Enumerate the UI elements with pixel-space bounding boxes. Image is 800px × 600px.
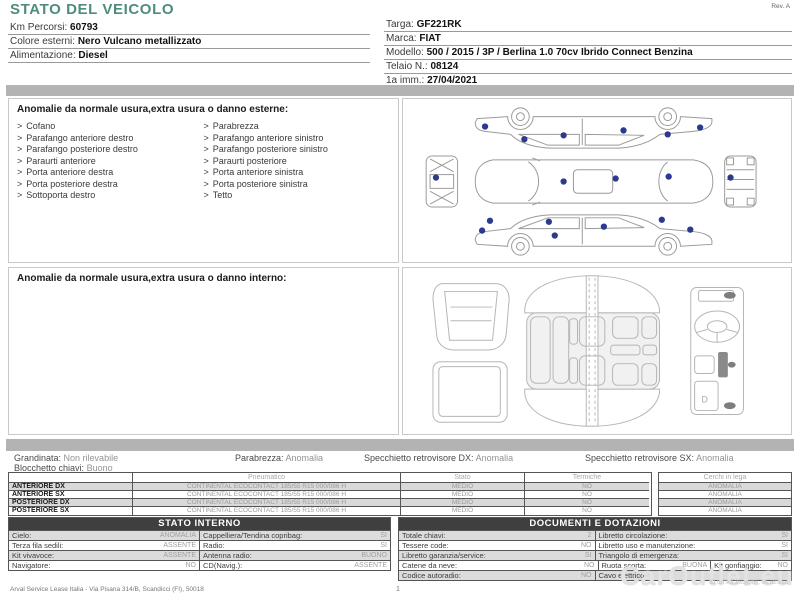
cerchi-value: ANOMALIA (659, 483, 791, 491)
anomaly-item: > Parafango posteriore sinistro (203, 144, 328, 154)
car-front-view (425, 155, 459, 208)
tire-row-position: ANTERIORE DX (9, 483, 133, 491)
anomaly-item: > Parafango posteriore destro (17, 144, 138, 154)
footer-company-address: Arval Service Lease Italia - Via Pisana … (10, 586, 204, 593)
section-divider-bar (6, 85, 794, 96)
status-specchietto-sx: Specchietto retrovisore SX: Anomalia (585, 453, 734, 463)
anomaly-item: > Parafango anteriore sinistro (203, 132, 324, 143)
interior-car-views: D (432, 275, 744, 427)
anomaly-item: > Sottoporta destro (17, 190, 96, 200)
table-row: Navigatore: NO CD(Navig.): ASSENTE (9, 560, 390, 570)
tire-row-pneumatico: CONTINENTAL ECOCONTACT 185/55 R15 000/08… (133, 499, 401, 507)
field-colore-esterni: Colore esterni: Nero Vulcano metallizzat… (8, 35, 370, 49)
field-alimentazione: Alimentazione: Diesel (8, 49, 370, 63)
tires-col-termiche: Termiche (525, 473, 649, 483)
exterior-damage-diagram (402, 98, 792, 263)
vehicle-summary-left: Km Percorsi: 60793 Colore esterni: Nero … (8, 21, 370, 63)
anomaly-item: > Porta posteriore destra (17, 178, 118, 189)
table-row: Tessere code: NO Libretto uso e manutenzi… (399, 540, 791, 550)
anomaly-item: > Parafango anteriore destro (17, 132, 134, 143)
tires-col-position (9, 473, 133, 483)
stato-interno-table: STATO INTERNO Cielo: ANOMALIA Cappelliera… (8, 517, 391, 571)
vehicle-summary-right: Targa: GF221RK Marca: FIAT Modello: 500 … (384, 18, 792, 88)
svg-text:D: D (701, 395, 707, 405)
field-telaio: Telaio N.: 08124 (384, 60, 792, 74)
table-row: Codice autoradio: NO Cavo elettrico: (399, 570, 791, 580)
anomaly-item: > Porta posteriore sinistra (203, 178, 308, 189)
tire-row-position: POSTERIORE DX (9, 499, 133, 507)
tire-row-stato: MEDIO (401, 507, 525, 515)
exterior-list-right: > Parabrezza > Parafango anteriore sinistr… (204, 121, 391, 202)
car-top-view (474, 157, 714, 206)
field-targa: Targa: GF221RK (384, 18, 792, 32)
cerchi-value: ANOMALIA (708, 507, 742, 514)
table-row: Catene da neve: NO Ruota scorta: BUONA Kit… (399, 560, 791, 570)
exterior-car-views (425, 107, 757, 256)
cerchi-header: Cerchi in lega (659, 473, 791, 483)
rear-hatch-view (432, 361, 508, 423)
tires-col-pneumatico: Pneumatico (133, 473, 401, 483)
anomaly-item: > Tetto (203, 190, 233, 200)
documenti-dotazioni-table: DOCUMENTI E DOTAZIONI Totale chiavi: 2 Li… (398, 517, 792, 581)
trunk-view (432, 283, 510, 351)
tires-table: Pneumatico Stato Termiche ANTERIORE DX C… (8, 472, 652, 516)
field-marca: Marca: FIAT (384, 32, 792, 46)
cerchi-value: ANOMALIA (659, 499, 791, 507)
cerchi-value: ANOMALIA (659, 491, 791, 499)
documenti-header: DOCUMENTI E DOTAZIONI (399, 518, 791, 530)
interior-anomalies-panel: Anomalie da normale usura,extra usura o … (8, 267, 399, 435)
anomaly-item: > Cofano (17, 121, 56, 131)
anomaly-item: > Paraurti posteriore (203, 155, 287, 166)
footer-page-number: 1 (396, 586, 400, 593)
table-row: Totale chiavi: 2 Libretto circolazione: SI (399, 530, 791, 540)
field-modello: Modello: 500 / 2015 / 3P / Berlina 1.0 7… (384, 46, 792, 60)
car-side-left-view (474, 214, 713, 256)
exterior-anomalies-title: Anomalie da normale usura,extra usura o … (17, 104, 289, 115)
table-row: Kit vivavoce: ASSENTE Antenna radio: BUONO (9, 550, 390, 560)
car-side-right-view (474, 107, 713, 149)
table-row: Cielo: ANOMALIA Cappelliera/Tendina copri… (9, 530, 390, 540)
revision-label: Rev. A (771, 3, 790, 10)
tire-row-position: POSTERIORE SX (9, 507, 133, 515)
car-rear-view (724, 155, 757, 208)
cabin-view (524, 275, 660, 427)
table-row: Libretto garanzia/service: SI Triangolo d… (399, 550, 791, 560)
exterior-list-left: > Cofano > Parafango anteriore destro > Par… (17, 121, 204, 202)
tire-row-stato: MEDIO (401, 483, 525, 491)
tire-row-termiche: NO (582, 507, 592, 514)
vehicle-status-report: STATO DEL VEICOLO Rev. A Km Percorsi: 60… (0, 0, 800, 600)
section-divider-bar (6, 439, 794, 451)
interior-anomalies-title: Anomalie da normale usura,extra usura o … (17, 273, 287, 284)
anomaly-item: > Paraurti anteriore (17, 155, 96, 166)
tire-row-pneumatico: CONTINENTAL ECOCONTACT 185/55 R15 000/08… (133, 483, 401, 491)
dashboard-view: D (690, 287, 744, 415)
page-title: STATO DEL VEICOLO (10, 1, 175, 18)
tire-row-stato: MEDIO (401, 499, 525, 507)
interior-damage-diagram: D (402, 267, 792, 435)
status-grandinata: Grandinata: Non rilevabile Blocchetto ch… (14, 453, 119, 473)
tire-row-termiche: NO (525, 499, 649, 507)
tires-col-stato: Stato (401, 473, 525, 483)
cerchi-in-lega-table: Cerchi in lega ANOMALIA ANOMALIA ANOMALI… (658, 472, 792, 516)
status-parabrezza: Parabrezza: Anomalia (235, 453, 324, 463)
anomaly-item: > Porta anteriore destra (17, 167, 114, 177)
status-specchietto-dx: Specchietto retrovisore DX: Anomalia (364, 453, 514, 463)
tire-row-termiche: NO (525, 491, 649, 499)
exterior-anomalies-lists: > Cofano > Parafango anteriore destro > Par… (17, 121, 390, 202)
tire-row-position: ANTERIORE SX (9, 491, 133, 499)
table-row: Terza fila sedili: ASSENTE Radio: SI (9, 540, 390, 550)
exterior-anomalies-panel: Anomalie da normale usura,extra usura o … (8, 98, 399, 263)
tire-row-pneumatico: CONTINENTAL ECOCONTACT 185/55 R15 000/08… (133, 491, 401, 499)
field-km-percorsi: Km Percorsi: 60793 (8, 21, 370, 35)
exterior-damage-markers (432, 123, 734, 239)
tire-row-pneumatico: CONTINENTAL ECOCONTACT 185/55 R15 000/08… (133, 507, 401, 515)
anomaly-item: > Parabrezza (203, 121, 259, 131)
tire-row-stato: MEDIO (401, 491, 525, 499)
tire-row-termiche: NO (525, 483, 649, 491)
anomaly-item: > Porta anteriore sinistra (203, 167, 304, 177)
stato-interno-header: STATO INTERNO (9, 518, 390, 530)
